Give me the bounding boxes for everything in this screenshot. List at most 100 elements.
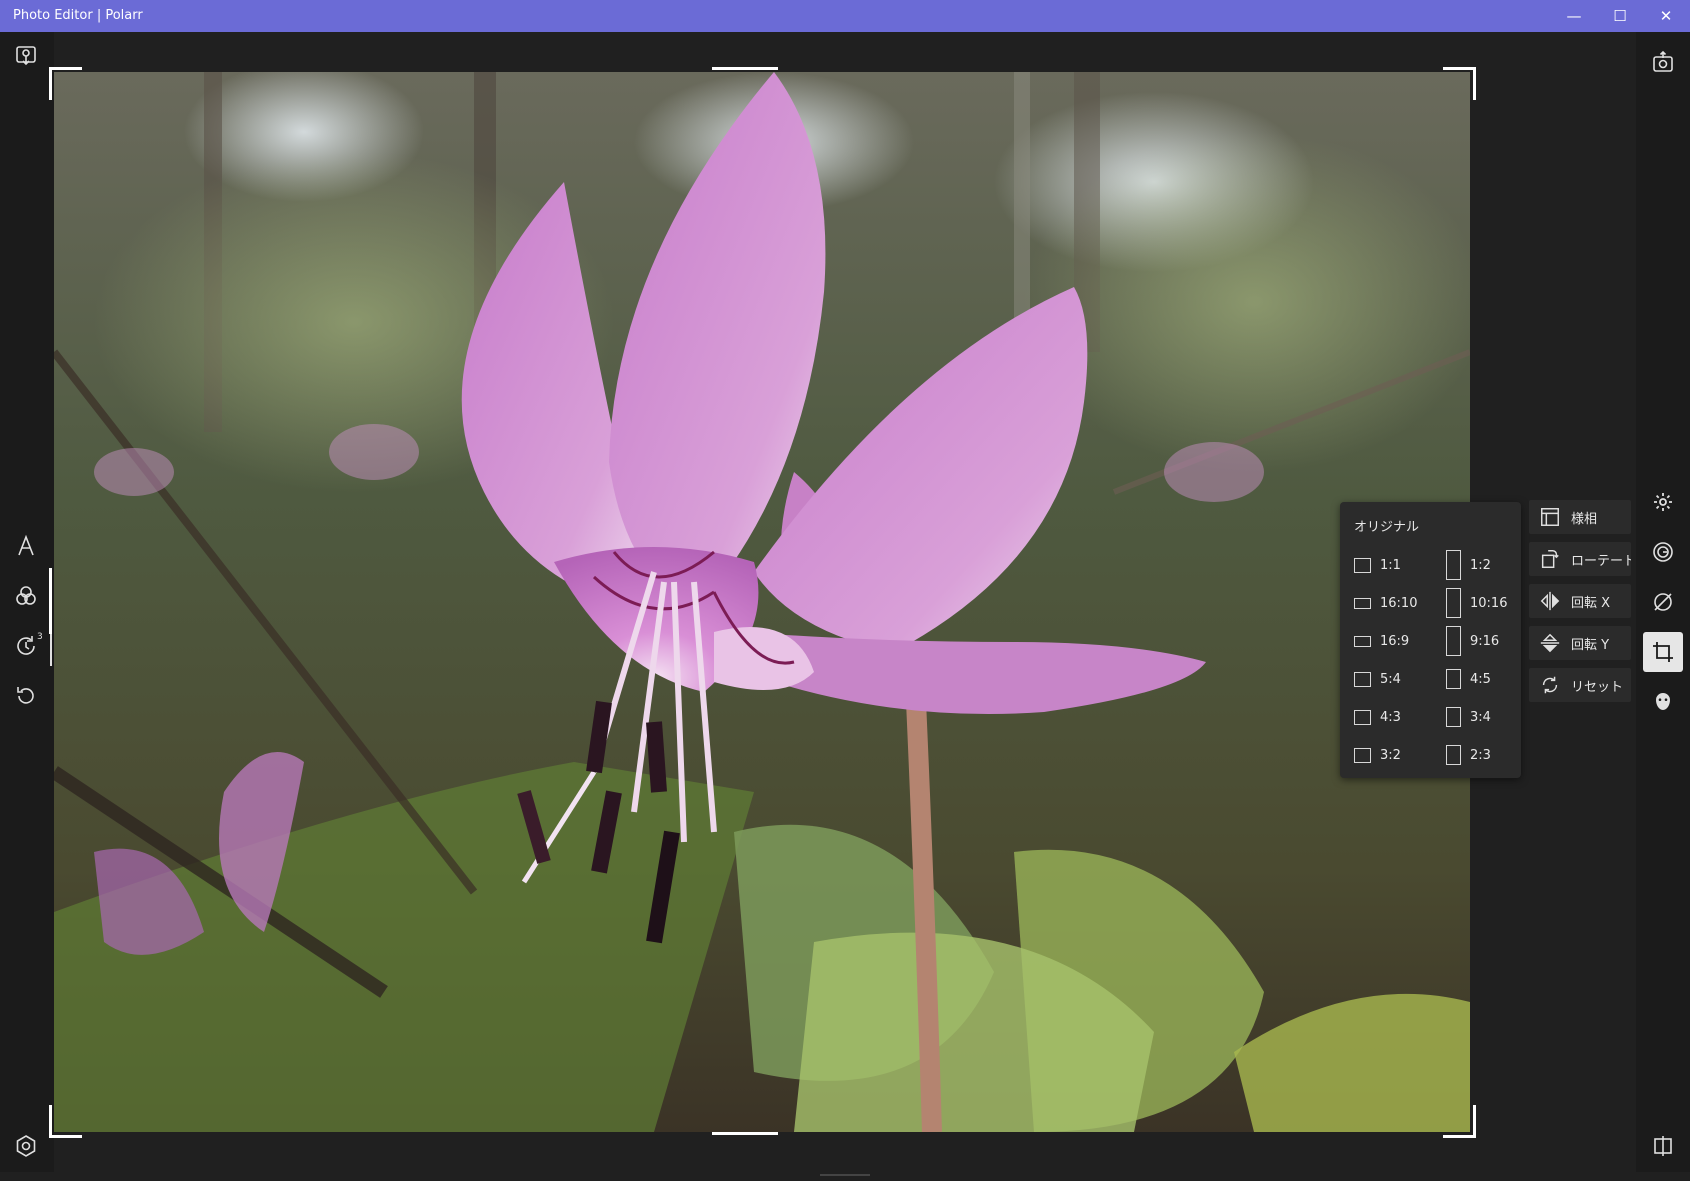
landscape-ratio-icon [1354, 597, 1371, 609]
import-button[interactable] [6, 36, 46, 76]
flip-y-button[interactable]: 回転 Y [1529, 626, 1631, 660]
flip-y-icon [1540, 633, 1560, 653]
crop-edge-top[interactable] [712, 67, 778, 70]
flip-y-label: 回転 Y [1571, 637, 1610, 653]
ratio-label: 10:16 [1470, 595, 1508, 611]
window-title: Photo Editor | Polarr [13, 8, 143, 23]
ratio-option-portrait[interactable]: 9:16 [1446, 626, 1500, 656]
filters-button[interactable] [6, 576, 46, 616]
flip-x-label: 回転 X [1571, 595, 1611, 611]
flip-x-button[interactable]: 回転 X [1529, 584, 1631, 618]
portrait-ratio-icon [1446, 707, 1461, 727]
flip-x-icon [1540, 591, 1560, 611]
reset-label: リセット [1571, 679, 1624, 695]
ratio-option-landscape[interactable]: 4:3 [1354, 706, 1401, 728]
layout-button[interactable]: 様相 [1529, 500, 1631, 534]
ratio-option-portrait[interactable]: 3:4 [1446, 706, 1491, 728]
ratio-option-landscape[interactable]: 16:9 [1354, 630, 1409, 652]
rotate-button[interactable]: ローテート [1529, 542, 1631, 576]
import-icon [16, 46, 36, 66]
portrait-ratio-icon [1446, 588, 1461, 618]
settings-icon [16, 1135, 36, 1157]
undo-icon [17, 687, 34, 704]
landscape-ratio-icon [1354, 557, 1371, 573]
ratio-option-landscape[interactable]: 3:2 [1354, 744, 1401, 766]
heal-button[interactable] [1643, 582, 1683, 622]
ratio-label: 1:1 [1380, 557, 1401, 573]
landscape-ratio-icon [1354, 635, 1371, 647]
ratio-label: 2:3 [1470, 747, 1491, 763]
text-tool-button[interactable] [6, 526, 46, 566]
rotate-icon [1541, 550, 1559, 568]
layout-icon [1541, 508, 1559, 526]
history-button[interactable]: 3 [6, 626, 46, 666]
face-icon [1656, 693, 1670, 710]
ratio-label: 4:5 [1470, 671, 1491, 687]
ratio-label: 16:9 [1380, 633, 1410, 649]
layout-label: 様相 [1571, 511, 1598, 527]
ratio-label: 16:10 [1380, 595, 1418, 611]
ratio-original[interactable]: オリジナル [1354, 516, 1419, 535]
landscape-ratio-icon [1354, 709, 1371, 725]
photo-canvas[interactable] [54, 72, 1470, 1132]
minimize-icon: — [1566, 7, 1582, 25]
resize-grip[interactable] [820, 1174, 870, 1176]
maximize-icon: ☐ [1613, 7, 1627, 25]
close-button[interactable]: ✕ [1643, 0, 1689, 32]
compare-button[interactable] [1643, 1126, 1683, 1166]
reset-icon [1542, 676, 1558, 694]
portrait-ratio-icon [1446, 745, 1461, 765]
ratio-label: 5:4 [1380, 671, 1401, 687]
flower-photo [54, 72, 1470, 1132]
ratio-option-portrait[interactable]: 1:2 [1446, 550, 1491, 580]
minimize-button[interactable]: — [1551, 0, 1597, 32]
reset-button[interactable]: リセット [1529, 668, 1631, 702]
export-icon [1653, 50, 1673, 72]
rotate-label: ローテート [1571, 553, 1631, 569]
export-button[interactable] [1643, 42, 1683, 82]
ratio-option-landscape[interactable]: 16:10 [1354, 592, 1417, 614]
undo-button[interactable] [6, 676, 46, 716]
crop-icon [1653, 642, 1673, 662]
history-icon [17, 636, 35, 655]
portrait-ratio-icon [1446, 550, 1461, 580]
crop-corner-top-right[interactable] [1443, 67, 1476, 100]
ratio-label: 3:4 [1470, 709, 1491, 725]
crop-edge-bottom[interactable] [712, 1132, 778, 1135]
crop-corner-bottom-right[interactable] [1443, 1105, 1476, 1138]
filters-icon [16, 586, 36, 605]
crop-edge-left[interactable] [49, 568, 52, 634]
lens-icon [1653, 542, 1673, 562]
crop-corner-bottom-left[interactable] [49, 1105, 82, 1138]
face-button[interactable] [1643, 682, 1683, 722]
ratio-label: 3:2 [1380, 747, 1401, 763]
close-icon: ✕ [1659, 7, 1673, 25]
crop-corner-top-left[interactable] [49, 67, 82, 100]
portrait-ratio-icon [1446, 669, 1461, 689]
text-icon [18, 534, 34, 556]
ratio-label: 9:16 [1470, 633, 1500, 649]
portrait-ratio-icon [1446, 626, 1461, 656]
ratio-option-portrait[interactable]: 4:5 [1446, 668, 1491, 690]
heal-icon [1654, 593, 1672, 611]
right-toolbar [1636, 32, 1690, 1172]
settings-button[interactable] [6, 1126, 46, 1166]
left-toolbar: 3 [0, 32, 54, 1172]
landscape-ratio-icon [1354, 671, 1371, 687]
ratio-label: 4:3 [1380, 709, 1401, 725]
title-bar: Photo Editor | Polarr — ☐ ✕ [0, 0, 1690, 32]
ratio-option-portrait[interactable]: 2:3 [1446, 744, 1491, 766]
compare-icon [1654, 1136, 1672, 1156]
landscape-ratio-icon [1354, 747, 1371, 763]
crop-ratio-panel: オリジナル 1:1 16:10 16:9 5:4 4:3 3:2 1:2 10:16 9:16 4… [1340, 502, 1521, 778]
lens-button[interactable] [1643, 532, 1683, 572]
ratio-label: 1:2 [1470, 557, 1491, 573]
ratio-option-portrait[interactable]: 10:16 [1446, 588, 1508, 618]
adjust-icon [1654, 493, 1672, 511]
ratio-option-landscape[interactable]: 1:1 [1354, 554, 1401, 576]
crop-button[interactable] [1643, 632, 1683, 672]
history-badge: 3 [37, 632, 43, 642]
maximize-button[interactable]: ☐ [1597, 0, 1643, 32]
adjust-button[interactable] [1643, 482, 1683, 522]
ratio-option-landscape[interactable]: 5:4 [1354, 668, 1401, 690]
